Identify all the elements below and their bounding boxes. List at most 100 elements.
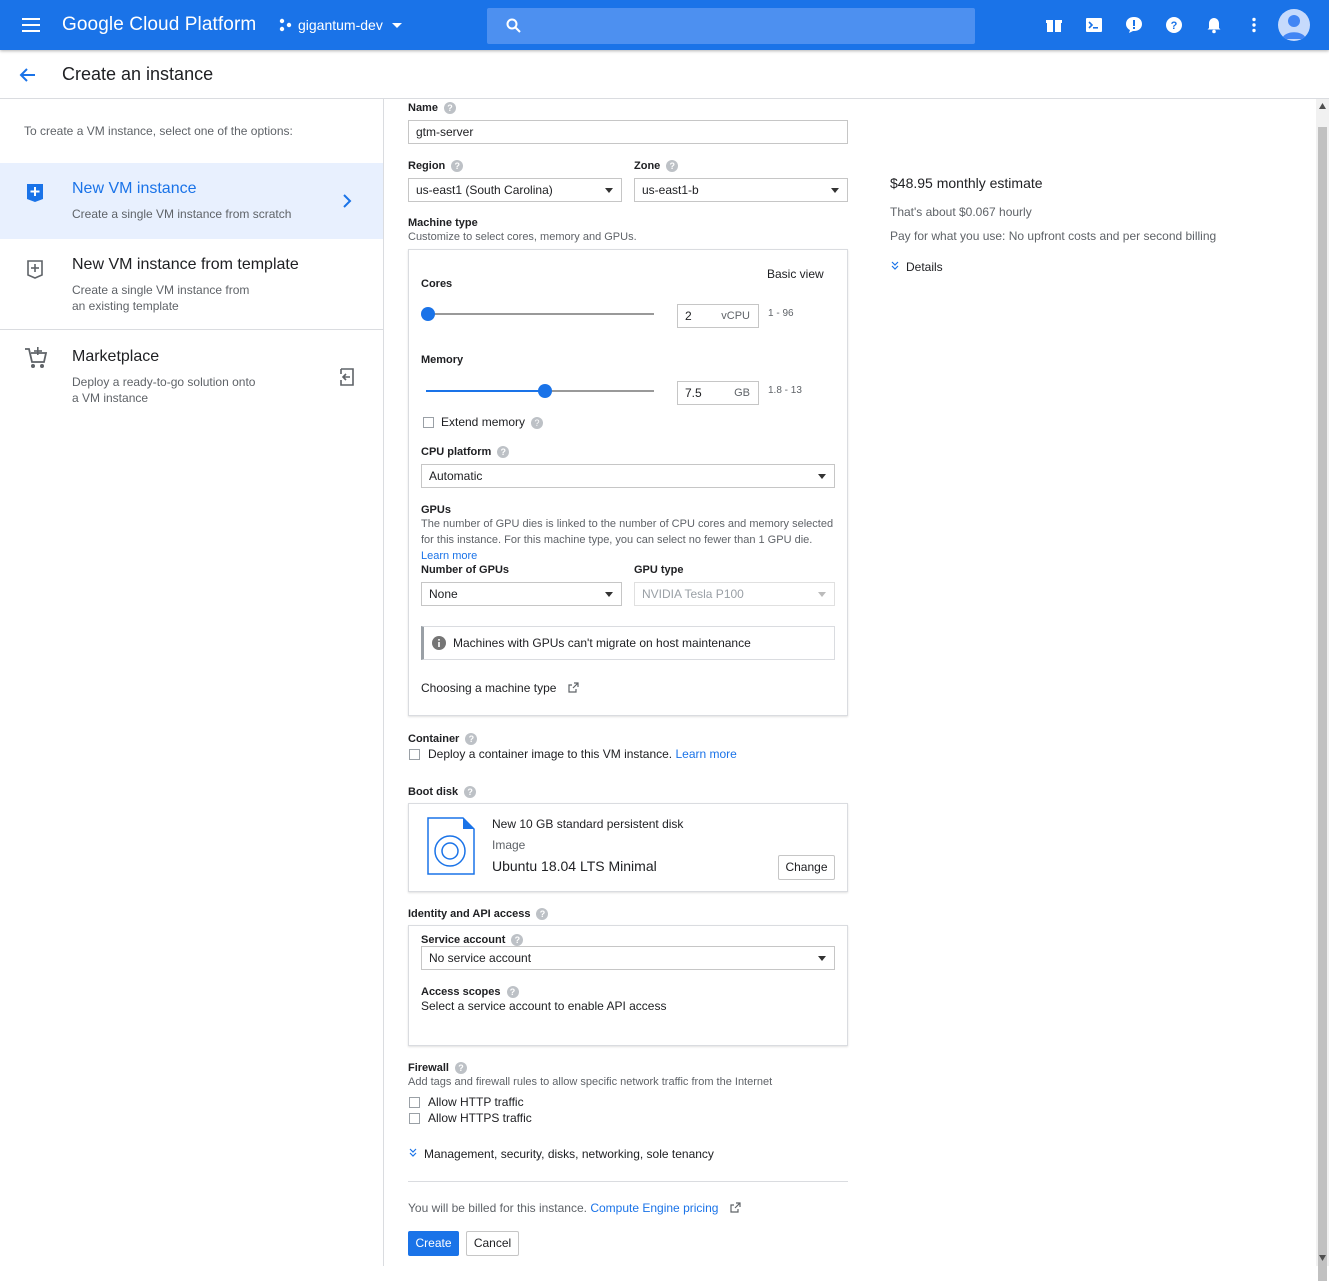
avatar[interactable] [1278, 9, 1310, 41]
container-learn-more-link[interactable]: Learn more [675, 747, 736, 761]
gpus-desc: for this instance. For this machine type… [421, 534, 813, 546]
help-icon[interactable]: ? [1165, 16, 1183, 34]
number-of-gpus-label: Number of GPUs [421, 564, 510, 576]
basic-view-link[interactable]: Basic view [767, 267, 824, 281]
allow-https-checkbox[interactable] [409, 1113, 420, 1124]
gpu-maintenance-notice: Machines with GPUs can't migrate on host… [421, 626, 835, 660]
option-desc: a VM instance [72, 391, 149, 405]
help-icon[interactable]: ? [451, 160, 464, 173]
search-input[interactable] [487, 8, 975, 44]
allow-http-checkbox[interactable] [409, 1097, 420, 1108]
cores-label: Cores [421, 278, 453, 290]
memory-label: Memory [421, 354, 464, 366]
instance-form: Name? gtm-server Region? us-east1 (South… [384, 99, 1329, 1266]
cpu-platform-select[interactable]: Automatic [421, 464, 835, 488]
option-desc: an existing template [72, 299, 179, 313]
choosing-machine-type-link[interactable]: Choosing a machine type [421, 681, 579, 695]
gift-icon[interactable] [1045, 16, 1063, 34]
disk-icon [427, 817, 475, 875]
gpu-type-label: GPU type [634, 564, 684, 576]
shopping-cart-icon [25, 347, 48, 368]
cancel-button[interactable]: Cancel [466, 1231, 519, 1256]
brand-title[interactable]: Google Cloud Platform [62, 14, 256, 36]
monthly-estimate: $48.95 monthly estimate [890, 175, 1043, 191]
help-icon[interactable]: ? [497, 446, 510, 459]
cores-slider-thumb[interactable] [421, 307, 436, 321]
add-template-icon [27, 260, 43, 279]
machine-type-label: Machine type [408, 217, 478, 229]
feedback-icon[interactable] [1125, 16, 1143, 34]
region-label: Region? [408, 160, 464, 173]
access-scopes-text: Select a service account to enable API a… [421, 999, 667, 1013]
back-arrow-icon[interactable] [18, 65, 38, 85]
scrollbar-thumb[interactable] [1318, 127, 1327, 1281]
project-selector[interactable]: gigantum-dev [278, 17, 405, 33]
zone-label: Zone? [634, 160, 679, 173]
help-icon[interactable]: ? [443, 102, 456, 115]
boot-disk-panel: New 10 GB standard persistent disk Image… [408, 803, 848, 892]
option-vm-from-template[interactable]: New VM instance from template Create a s… [0, 239, 383, 330]
firewall-label: Firewall? [408, 1062, 467, 1075]
boot-disk-label: Boot disk? [408, 786, 477, 799]
container-checkbox[interactable] [409, 749, 420, 760]
create-button[interactable]: Create [408, 1231, 459, 1256]
cores-input[interactable]: 2 vCPU [677, 304, 759, 328]
access-scopes-label: Access scopes? [421, 986, 519, 999]
scroll-up-arrow-icon[interactable] [1319, 103, 1326, 109]
memory-range: 1.8 - 13 [768, 385, 802, 396]
management-link[interactable]: Management, security, disks, networking,… [408, 1147, 714, 1161]
identity-label: Identity and API access? [408, 908, 549, 921]
number-of-gpus-select[interactable]: None [421, 582, 622, 606]
chevron-down-icon [391, 23, 402, 28]
help-icon[interactable]: ? [454, 1062, 467, 1075]
region-select[interactable]: us-east1 (South Carolina) [408, 178, 622, 202]
name-input[interactable]: gtm-server [408, 120, 848, 144]
project-name: gigantum-dev [298, 17, 383, 33]
boot-disk-image-label: Image [492, 838, 526, 852]
search-icon [506, 18, 521, 33]
gpus-learn-more-link[interactable]: Learn more [421, 550, 477, 562]
container-text: Deploy a container image to this VM inst… [428, 747, 737, 761]
zone-select[interactable]: us-east1-b [634, 178, 848, 202]
boot-disk-title: New 10 GB standard persistent disk [492, 817, 684, 831]
compute-engine-pricing-link[interactable]: Compute Engine pricing [590, 1201, 718, 1215]
machine-type-panel: Basic view Cores 2 vCPU 1 - 96 Memory 7.5… [408, 249, 848, 716]
details-link[interactable]: Details [890, 260, 943, 274]
change-boot-disk-button[interactable]: Change [778, 855, 835, 880]
hamburger-menu-icon[interactable] [20, 14, 42, 36]
memory-slider-thumb[interactable] [537, 384, 552, 398]
notifications-icon[interactable] [1205, 16, 1223, 34]
help-icon[interactable]: ? [464, 786, 477, 799]
allow-http-label: Allow HTTP traffic [428, 1095, 524, 1109]
option-marketplace[interactable]: Marketplace Deploy a ready-to-go solutio… [0, 331, 383, 421]
identity-panel: Service account? No service account Acce… [408, 925, 848, 1046]
help-icon[interactable]: ? [531, 416, 544, 429]
help-icon[interactable]: ? [511, 934, 524, 947]
vertical-scrollbar[interactable] [1316, 99, 1329, 1281]
help-icon[interactable]: ? [506, 986, 519, 999]
memory-input[interactable]: 7.5 GB [677, 381, 759, 405]
open-in-new-icon[interactable] [339, 368, 355, 386]
memory-unit: GB [734, 387, 750, 399]
more-vert-icon[interactable] [1245, 16, 1263, 34]
option-desc: Create a single VM instance from scratch [72, 207, 292, 221]
help-icon[interactable]: ? [666, 160, 679, 173]
help-icon[interactable]: ? [465, 733, 478, 746]
help-icon[interactable]: ? [536, 908, 549, 921]
cores-slider-track[interactable] [426, 313, 654, 315]
double-chevron-down-icon [409, 1148, 417, 1157]
external-link-icon [568, 682, 579, 693]
gpu-type-select: NVIDIA Tesla P100 [634, 582, 835, 606]
billing-note: Pay for what you use: No upfront costs a… [890, 229, 1217, 243]
scroll-down-arrow-icon[interactable] [1319, 1255, 1326, 1261]
container-label: Container? [408, 733, 478, 746]
sidebar-intro: To create a VM instance, select one of t… [24, 124, 293, 138]
option-desc: Deploy a ready-to-go solution onto [72, 375, 256, 389]
option-new-vm-instance[interactable]: New VM instance Create a single VM insta… [0, 163, 383, 239]
service-account-select[interactable]: No service account [421, 946, 835, 970]
extend-memory-checkbox[interactable] [423, 417, 434, 428]
cloud-shell-icon[interactable] [1085, 16, 1103, 34]
boot-disk-image: Ubuntu 18.04 LTS Minimal [492, 858, 657, 874]
name-label: Name? [408, 102, 456, 115]
chevron-right-icon [343, 194, 352, 208]
